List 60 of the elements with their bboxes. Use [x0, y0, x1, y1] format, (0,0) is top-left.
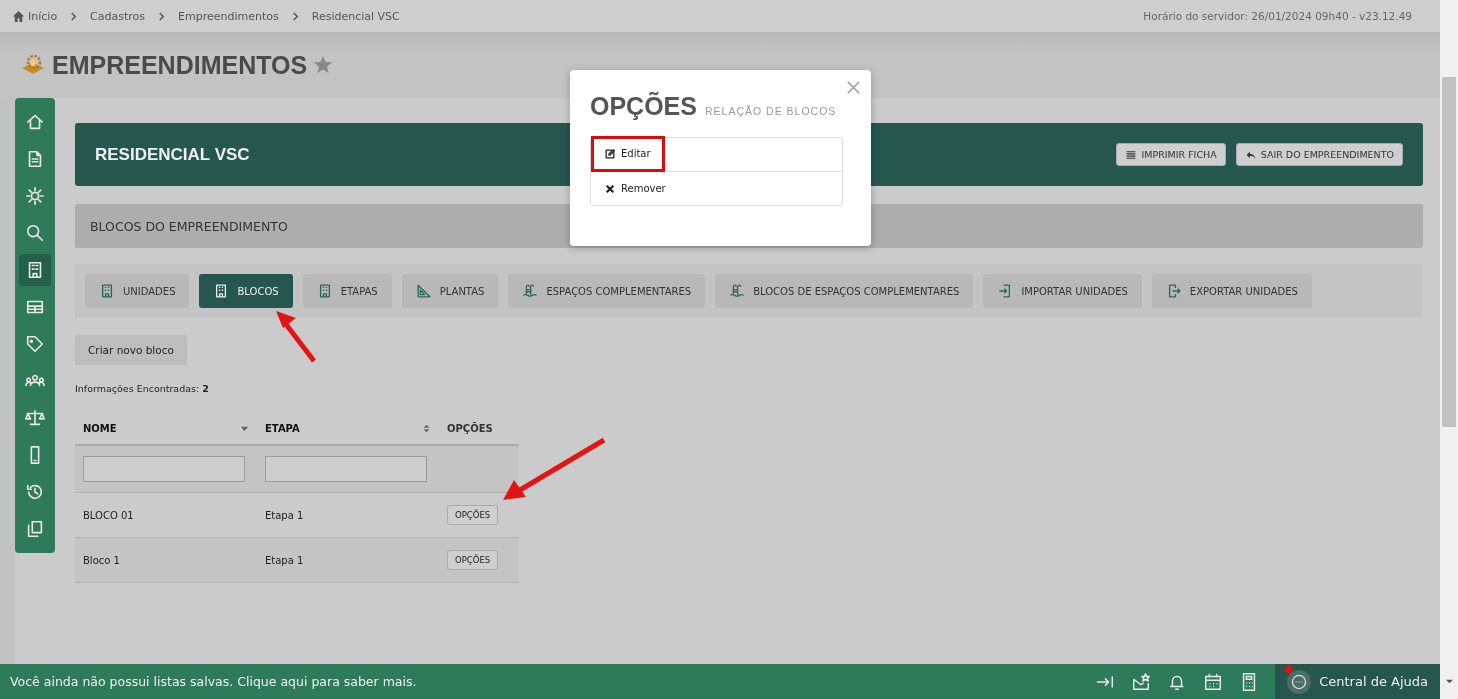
table-cell: Bloco 1: [75, 537, 257, 583]
notification-dot: [1284, 664, 1294, 674]
saved-lists-message[interactable]: Você ainda não possui listas salvas. Clique aqui para saber mais.: [0, 674, 1096, 689]
name-filter-field[interactable]: [83, 456, 245, 482]
building-icon: [99, 283, 115, 299]
tag-icon: [25, 334, 45, 354]
edit-icon: [604, 147, 616, 160]
edit-option[interactable]: Editar: [591, 135, 665, 172]
list-icon: [1125, 148, 1138, 161]
table-cell: Etapa 1: [257, 492, 439, 538]
section-title: BLOCOS DO EMPREENDIMENTO: [90, 218, 288, 234]
x-icon: [604, 182, 616, 195]
star-icon[interactable]: [313, 55, 334, 75]
mail-star-icon[interactable]: [1131, 671, 1152, 692]
table-cell: Etapa 1: [257, 537, 439, 583]
chevron-icon: [69, 11, 79, 21]
breadcrumb-link[interactable]: Início: [28, 9, 58, 23]
home-icon: [25, 112, 45, 132]
breadcrumb-link[interactable]: Cadastros: [90, 9, 146, 23]
pool-ladder-icon: [729, 283, 746, 299]
options-button[interactable]: OPÇÕES: [447, 505, 499, 525]
sort-icon: [422, 423, 431, 433]
dialog-subtitle: RELAÇÃO DE BLOCOS: [705, 105, 837, 117]
copy-icon: [25, 519, 45, 539]
dialog-title: OPÇÕES: [590, 92, 697, 121]
sidebar-item[interactable]: [19, 254, 51, 286]
tab[interactable]: EXPORTAR UNIDADES: [1151, 274, 1312, 308]
search-icon: [25, 223, 45, 243]
scroll-down-icon[interactable]: [1444, 677, 1454, 686]
history-icon: [25, 482, 45, 502]
breadcrumb-link[interactable]: Empreendimentos: [178, 9, 279, 23]
development-title: RESIDENCIAL VSC: [95, 144, 250, 165]
create-block-button[interactable]: Criar novo bloco: [75, 335, 187, 365]
help-center-button[interactable]: Central de Ajuda: [1275, 664, 1440, 699]
pool-ladder-icon: [522, 283, 539, 299]
server-info: Horário do servidor: 26/01/2024 09h40 - v23.12.49: [1143, 10, 1412, 22]
tab[interactable]: BLOCOS DE ESPAÇOS COMPLEMENTARES: [715, 274, 974, 308]
close-icon[interactable]: [846, 80, 861, 95]
scales-icon: [25, 408, 45, 428]
tab[interactable]: IMPORTAR UNIDADES: [983, 274, 1142, 308]
calendar-icon[interactable]: [1203, 671, 1224, 692]
print-button[interactable]: IMPRIMIR FICHA: [1116, 143, 1226, 166]
exit-button[interactable]: SAIR DO EMPREENDIMENTO: [1235, 143, 1403, 166]
page-title: EMPREENDIMENTOS: [52, 50, 308, 80]
tab[interactable]: BLOCOS: [199, 274, 293, 308]
home-icon: [12, 9, 25, 23]
tab[interactable]: ESPAÇOS COMPLEMENTARES: [508, 274, 706, 308]
results-count: Informações Encontradas: 2: [75, 383, 209, 394]
stage-filter-field[interactable]: [265, 456, 427, 482]
scrollbar[interactable]: [1440, 0, 1458, 664]
annotation-arrow: [276, 311, 316, 363]
options-button[interactable]: OPÇÕES: [447, 550, 499, 570]
chevron-icon: [290, 11, 300, 21]
breadcrumb-link[interactable]: Residencial VSC: [311, 9, 400, 23]
tab[interactable]: PLANTAS: [401, 274, 499, 308]
chevron-icon: [157, 11, 167, 21]
tab[interactable]: ETAPAS: [302, 274, 392, 308]
table-cell: BLOCO 01: [75, 492, 257, 538]
tab[interactable]: UNIDADES: [85, 274, 190, 308]
chat-icon: [1290, 672, 1309, 691]
